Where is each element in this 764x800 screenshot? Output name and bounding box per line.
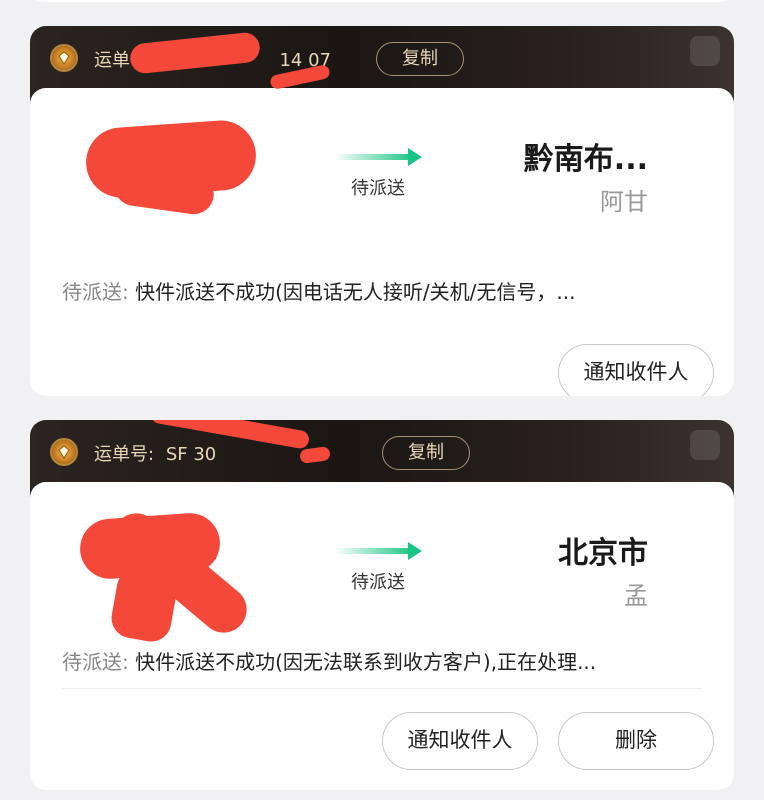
order-card-2[interactable]: 运单号: SF 30 复制 市 待派送 北京市 孟 待派送: 快件派送不成功(因…: [30, 420, 734, 790]
delete-button[interactable]: 删除: [558, 712, 714, 770]
destination-city: 黔南布...: [523, 142, 648, 177]
route-arrow: 待派送: [326, 538, 430, 598]
route-status: 待派送: [351, 178, 405, 199]
divider: [62, 688, 702, 689]
previous-card-remnant: [30, 0, 734, 2]
copy-button[interactable]: 复制: [376, 42, 464, 76]
header-corner-decoration: [690, 36, 720, 66]
notify-recipient-button[interactable]: 通知收件人: [558, 344, 714, 396]
copy-button[interactable]: 复制: [382, 436, 470, 470]
green-arrow-icon: [408, 542, 422, 560]
destination-city: 北京市: [558, 536, 648, 571]
arrow-line: [334, 548, 414, 554]
gold-diamond-badge-icon: [50, 44, 78, 72]
status-line: 待派送: 快件派送不成功(因电话无人接听/关机/无信号，...: [62, 276, 698, 305]
arrow-line: [334, 154, 414, 160]
route-status: 待派送: [351, 572, 405, 593]
status-message: 快件派送不成功(因电话无人接听/关机/无信号，...: [135, 280, 576, 304]
gold-diamond-badge-icon: [50, 438, 78, 466]
status-line: 待派送: 快件派送不成功(因无法联系到收方客户),正在处理...: [62, 646, 698, 675]
waybill-number: 运单号: SF 30: [94, 444, 217, 465]
status-prefix: 待派送:: [62, 280, 129, 304]
green-arrow-icon: [408, 148, 422, 166]
notify-recipient-button[interactable]: 通知收件人: [382, 712, 538, 770]
recipient-name: 阿甘: [600, 188, 648, 216]
recipient-name: 孟: [624, 582, 648, 610]
status-prefix: 待派送:: [62, 650, 129, 674]
status-message: 快件派送不成功(因无法联系到收方客户),正在处理...: [135, 650, 597, 674]
header-corner-decoration: [690, 430, 720, 460]
order-card-1[interactable]: 运单号 14 07 复制 待派送 黔南布... 阿甘 待派送: 快件派送不成功(…: [30, 26, 734, 396]
route-arrow: 待派送: [326, 144, 430, 204]
